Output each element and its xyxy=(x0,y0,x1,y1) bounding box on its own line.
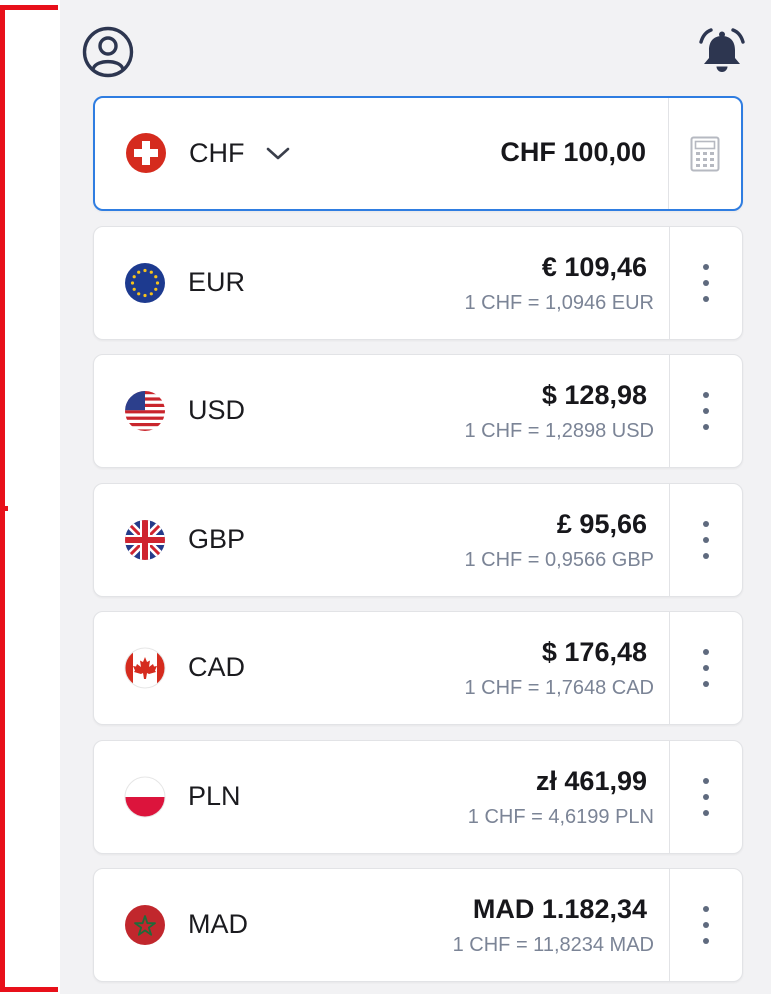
exchange-rate: 1 CHF = 4,6199 PLN xyxy=(467,806,654,828)
switzerland-flag-icon xyxy=(126,133,166,173)
us-flag-icon xyxy=(125,391,165,431)
chevron-down-icon xyxy=(266,147,290,160)
currency-flag xyxy=(124,262,166,304)
annotation-tick xyxy=(0,506,8,511)
currency-code: USD xyxy=(188,395,246,425)
converted-amount: zł 461,99 xyxy=(535,766,647,796)
currency-code: EUR xyxy=(188,267,246,297)
more-options-button[interactable] xyxy=(669,741,742,853)
more-options-button[interactable] xyxy=(669,612,742,724)
converted-amount: $ 128,98 xyxy=(541,380,647,410)
canada-flag-icon xyxy=(124,647,166,689)
calculator-icon xyxy=(690,136,720,171)
more-options-button[interactable] xyxy=(669,355,742,467)
currency-code: CAD xyxy=(188,652,246,682)
converted-amount: $ 176,48 xyxy=(541,637,647,667)
more-options-button[interactable] xyxy=(669,484,742,596)
top-bar xyxy=(60,0,771,96)
currency-flag xyxy=(124,776,166,818)
exchange-rate: 1 CHF = 1,7648 CAD xyxy=(464,677,654,699)
converted-amount: € 109,46 xyxy=(541,252,647,282)
more-vertical-icon xyxy=(703,773,709,821)
bell-icon xyxy=(699,28,745,72)
more-vertical-icon xyxy=(703,516,709,564)
more-vertical-icon xyxy=(703,259,709,307)
currency-converter-app: CHF CHF 100,00 EUR € 109,46 1 CHF = 1,09… xyxy=(60,0,771,994)
base-amount-input[interactable]: CHF 100,00 xyxy=(500,137,646,168)
currency-code: MAD xyxy=(188,909,248,939)
converted-amount: MAD 1.182,34 xyxy=(472,894,647,924)
currency-card-mad[interactable]: MAD MAD 1.182,34 1 CHF = 11,8234 MAD xyxy=(93,868,743,982)
more-vertical-icon xyxy=(703,644,709,692)
currency-flag xyxy=(124,390,166,432)
eu-flag-icon xyxy=(125,263,165,303)
currency-card-cad[interactable]: CAD $ 176,48 1 CHF = 1,7648 CAD xyxy=(93,611,743,725)
base-flag xyxy=(125,132,167,174)
uk-flag-icon xyxy=(125,520,165,560)
base-currency-code: CHF xyxy=(189,138,245,168)
base-currency-card: CHF CHF 100,00 xyxy=(93,96,743,211)
exchange-rate: 1 CHF = 0,9566 GBP xyxy=(464,549,654,571)
more-options-button[interactable] xyxy=(669,869,742,981)
annotation-frame xyxy=(0,5,58,992)
more-vertical-icon xyxy=(703,901,709,949)
more-vertical-icon xyxy=(703,387,709,435)
exchange-rate: 1 CHF = 1,0946 EUR xyxy=(464,292,654,314)
currency-flag xyxy=(124,904,166,946)
currency-code: PLN xyxy=(188,781,241,811)
user-circle-icon xyxy=(82,26,134,78)
morocco-flag-icon xyxy=(125,905,165,945)
currency-card-usd[interactable]: USD $ 128,98 1 CHF = 1,2898 USD xyxy=(93,354,743,468)
currency-flag xyxy=(124,519,166,561)
more-options-button[interactable] xyxy=(669,227,742,339)
currency-card-pln[interactable]: PLN zł 461,99 1 CHF = 4,6199 PLN xyxy=(93,740,743,854)
poland-flag-icon xyxy=(124,776,166,818)
currency-code: GBP xyxy=(188,524,246,554)
exchange-rate: 1 CHF = 11,8234 MAD xyxy=(452,934,654,956)
currency-card-gbp[interactable]: GBP £ 95,66 1 CHF = 0,9566 GBP xyxy=(93,483,743,597)
currency-flag xyxy=(124,647,166,689)
profile-button[interactable] xyxy=(82,26,134,78)
exchange-rate: 1 CHF = 1,2898 USD xyxy=(464,420,654,442)
calculator-button[interactable] xyxy=(668,98,741,209)
converted-amount: £ 95,66 xyxy=(556,509,647,539)
notifications-button[interactable] xyxy=(698,28,746,74)
currency-card-eur[interactable]: EUR € 109,46 1 CHF = 1,0946 EUR xyxy=(93,226,743,340)
